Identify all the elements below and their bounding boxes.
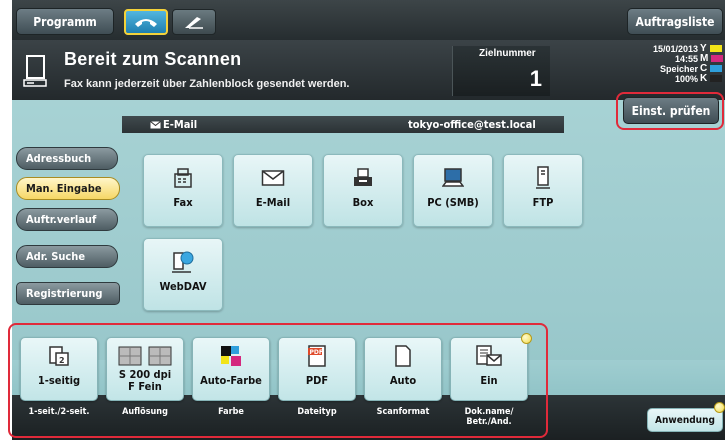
destination-address: tokyo-office@test.local [408, 118, 536, 131]
scan-size-label: Scanformat [376, 407, 430, 417]
zielnummer-box: Zielnummer 1 [452, 46, 550, 96]
pdf-icon: PDF [308, 345, 326, 367]
color-value: Auto-Farbe [200, 374, 262, 387]
pc-smb-label: PC (SMB) [427, 196, 479, 209]
auftragsliste-label: Auftragsliste [635, 14, 715, 29]
toner-level-bar [709, 44, 722, 52]
sidebar-item-registrierung[interactable]: Registrierung [16, 282, 120, 305]
sidebar-item-auftr-verlauf[interactable]: Auftr.verlauf [16, 208, 118, 231]
document-mail-icon [476, 345, 502, 366]
filetype-button[interactable]: PDF PDF [278, 337, 356, 401]
check-settings-button[interactable]: Einst. prüfen [623, 97, 719, 124]
box-button[interactable]: Box [323, 154, 403, 227]
toner-levels: YMCK [700, 44, 724, 84]
sidebar-item-label: Man. Eingabe [26, 182, 102, 195]
resolution-value: S 200 dpi F Fein [118, 368, 172, 393]
sidebar-item-label: Registrierung [26, 287, 103, 300]
date-text: 15/01/2013 [652, 44, 698, 54]
date-time-block: 15/01/2013 14:55 Speicher 100% [618, 44, 698, 84]
resolution-button[interactable]: S 200 dpi F Fein [106, 337, 184, 401]
email-label: E-Mail [255, 196, 291, 209]
simplex-label: 1-seit./2-seit. [28, 407, 90, 417]
scan-document-icon [23, 55, 47, 87]
webdav-button[interactable]: WebDAV [143, 238, 223, 311]
anwendung-button[interactable]: Anwendung [647, 408, 723, 432]
programm-button[interactable]: Programm [16, 8, 114, 35]
zielnummer-value: 1 [529, 66, 542, 91]
docname-button[interactable]: Ein [450, 337, 528, 401]
sidebar-item-label: Auftr.verlauf [26, 213, 97, 226]
page-icon [395, 345, 411, 367]
simplex-icon: 2 [49, 346, 69, 366]
sidebar-item-label: Adressbuch [26, 152, 92, 165]
filetype-label: Dateityp [297, 407, 337, 417]
simplex-duplex-button[interactable]: 2 1-seitig [20, 337, 98, 401]
fax-label: Fax [173, 196, 193, 209]
scan-size-button[interactable]: Auto [364, 337, 442, 401]
ftp-label: FTP [532, 196, 554, 209]
toner-level-bar [710, 64, 723, 72]
docname-value: Ein [480, 374, 498, 387]
zielnummer-label: Zielnummer [479, 48, 536, 59]
docname-label: Dok.name/Betr./And. [464, 407, 514, 427]
pc-smb-button[interactable]: PC (SMB) [413, 154, 493, 227]
toner-k: K [700, 74, 723, 84]
envelope-small-icon [150, 121, 161, 129]
destination-bar: E-Mail tokyo-office@test.local [122, 116, 564, 133]
sidebar-item-adressbuch[interactable]: Adressbuch [16, 147, 118, 170]
computer-icon [442, 168, 464, 187]
svg-text:2: 2 [59, 356, 65, 365]
destination-type-label: E-Mail [163, 118, 198, 131]
webdav-label: WebDAV [159, 280, 207, 293]
envelope-icon [261, 170, 285, 186]
color-button[interactable]: Auto-Farbe [192, 337, 270, 401]
ftp-server-icon [536, 166, 550, 189]
status-header: Bereit zum Scannen Fax kann jederzeit üb… [12, 40, 725, 100]
auftragsliste-button[interactable]: Auftragsliste [627, 8, 723, 35]
phone-icon [135, 19, 157, 27]
filetype-value: PDF [305, 374, 329, 387]
email-button[interactable]: E-Mail [233, 154, 313, 227]
status-subtitle: Fax kann jederzeit über Zahlenblock gese… [64, 78, 350, 90]
anwendung-indicator-dot [714, 402, 725, 413]
svg-text:PDF: PDF [310, 349, 323, 356]
toner-letter: K [700, 73, 708, 84]
resolution-icon [118, 346, 172, 366]
resolution-label: Auflösung [122, 407, 168, 417]
box-icon [354, 168, 372, 186]
sidebar-item-man-eingabe[interactable]: Man. Eingabe [16, 177, 120, 200]
tab-phone[interactable] [124, 9, 168, 35]
scan-size-value: Auto [389, 374, 417, 387]
simplex-value: 1-seitig [37, 374, 81, 387]
webdav-icon [172, 251, 194, 273]
anwendung-label: Anwendung [655, 414, 715, 426]
memory-value: 100% [674, 74, 698, 84]
fax-icon [174, 168, 192, 188]
toner-level-bar [711, 54, 724, 62]
sidebar-item-label: Adr. Suche [26, 250, 86, 263]
ftp-button[interactable]: FTP [503, 154, 583, 227]
tab-handwrite[interactable] [172, 9, 216, 35]
options-label-strip [12, 395, 725, 440]
box-label: Box [352, 196, 374, 209]
pen-icon [185, 17, 203, 29]
time-text: 14:55 [674, 54, 698, 64]
check-settings-label: Einst. prüfen [631, 103, 711, 118]
memory-label: Speicher [659, 64, 698, 74]
toner-level-bar [710, 74, 723, 82]
top-bar [12, 0, 725, 40]
programm-label: Programm [33, 14, 97, 29]
scan-screen: Programm Auftragsliste Bereit zum Scanne… [0, 0, 725, 440]
color-label: Farbe [218, 407, 244, 417]
status-title: Bereit zum Scannen [64, 49, 242, 69]
sidebar-item-adr-suche[interactable]: Adr. Suche [16, 245, 118, 268]
destination-type: E-Mail [150, 118, 197, 131]
fax-button[interactable]: Fax [143, 154, 223, 227]
indicator-dot [521, 333, 532, 344]
color-icon [221, 346, 241, 366]
